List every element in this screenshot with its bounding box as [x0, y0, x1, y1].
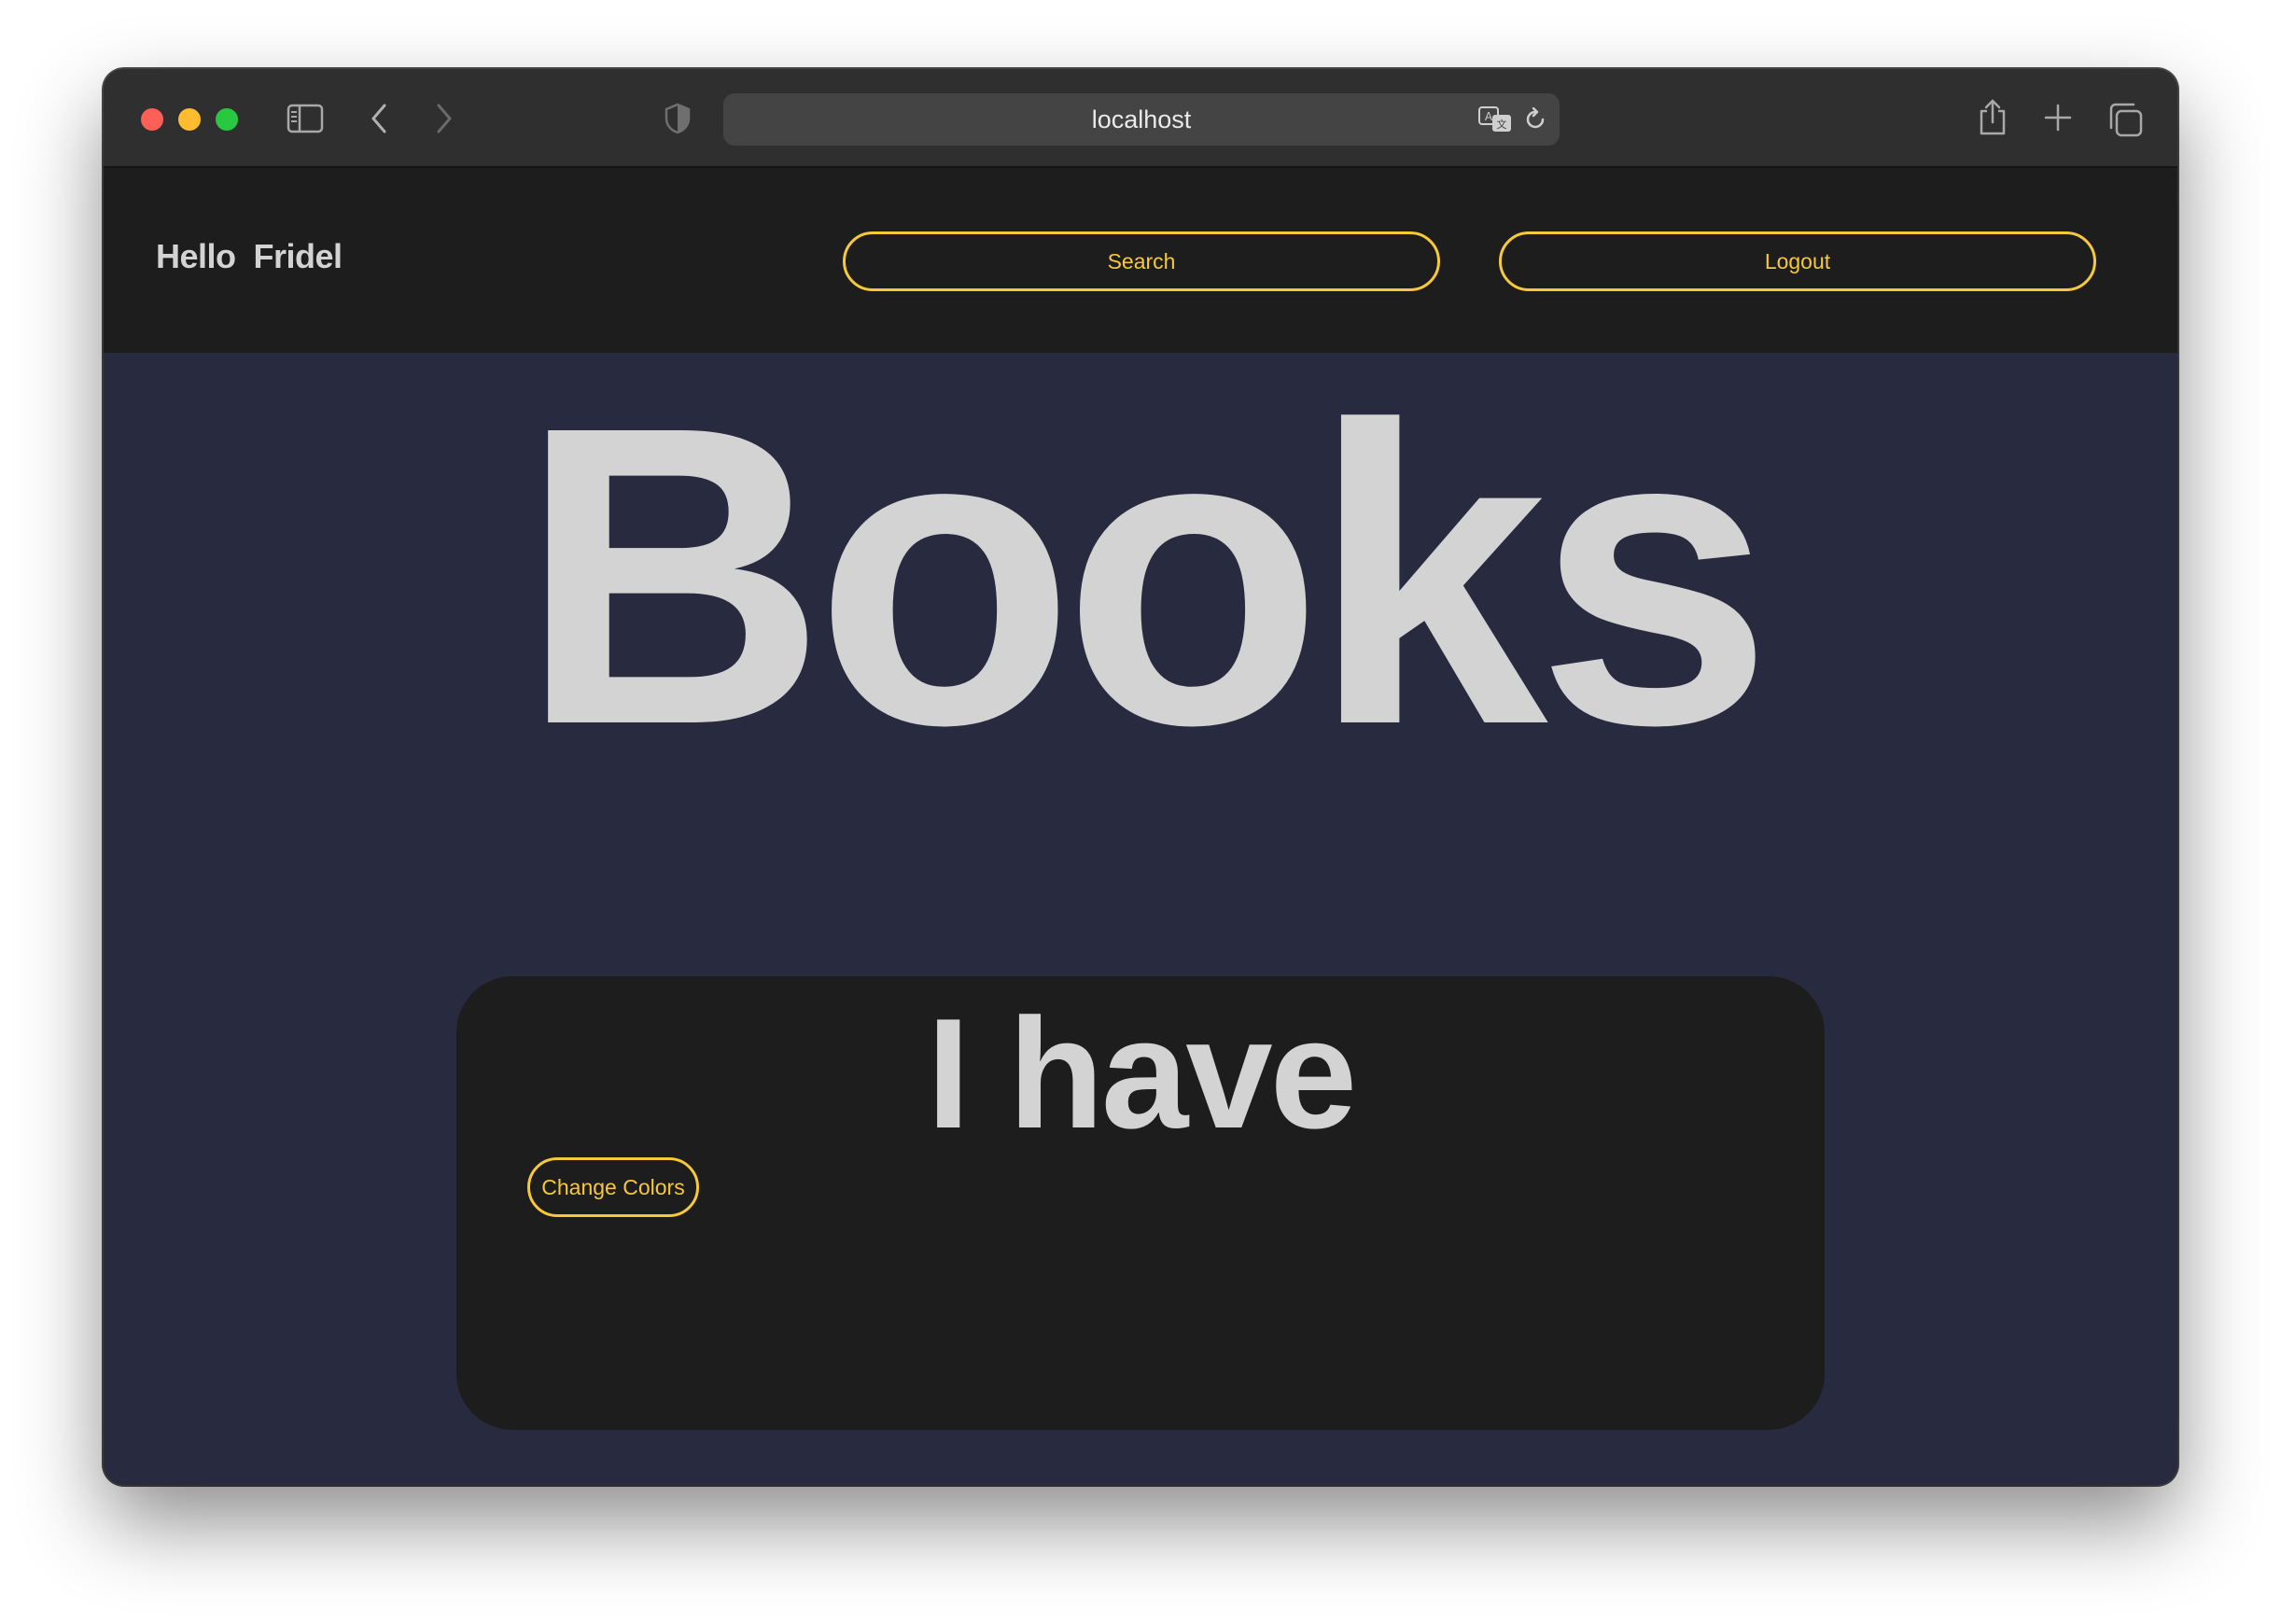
page-title: Books: [519, 339, 1773, 813]
tabs-overview-icon[interactable]: [2106, 101, 2144, 138]
card-title: I have: [926, 986, 1357, 1161]
svg-text:A: A: [1485, 110, 1493, 123]
url-text: localhost: [1091, 105, 1192, 133]
browser-toolbar: localhost A 文: [104, 69, 2177, 168]
minimize-window-button[interactable]: [178, 108, 201, 131]
browser-window: localhost A 文 Hello Fridel Search Logout…: [104, 69, 2177, 1485]
address-bar[interactable]: localhost A 文: [723, 93, 1560, 146]
plus-icon[interactable]: [2041, 101, 2075, 134]
change-colors-button[interactable]: Change Colors: [527, 1157, 699, 1217]
shield-icon[interactable]: [664, 101, 692, 136]
close-window-button[interactable]: [141, 108, 163, 131]
top-navbar: Hello Fridel Search Logout: [104, 168, 2177, 353]
books-card: I have Change Colors: [456, 976, 1825, 1430]
svg-text:文: 文: [1497, 118, 1507, 131]
zoom-window-button[interactable]: [216, 108, 238, 131]
chevron-left-icon[interactable]: [365, 101, 393, 136]
chevron-right-icon[interactable]: [430, 101, 458, 136]
sidebar-icon[interactable]: [287, 103, 324, 134]
translate-icon[interactable]: A 文: [1477, 105, 1513, 134]
page-content: Hello Fridel Search Logout Books I have …: [104, 168, 2177, 1485]
greeting-text: Hello Fridel: [156, 237, 343, 275]
search-button[interactable]: Search: [843, 231, 1440, 291]
reload-icon[interactable]: [1522, 106, 1548, 133]
share-icon[interactable]: [1976, 97, 2009, 138]
logout-button[interactable]: Logout: [1499, 231, 2096, 291]
